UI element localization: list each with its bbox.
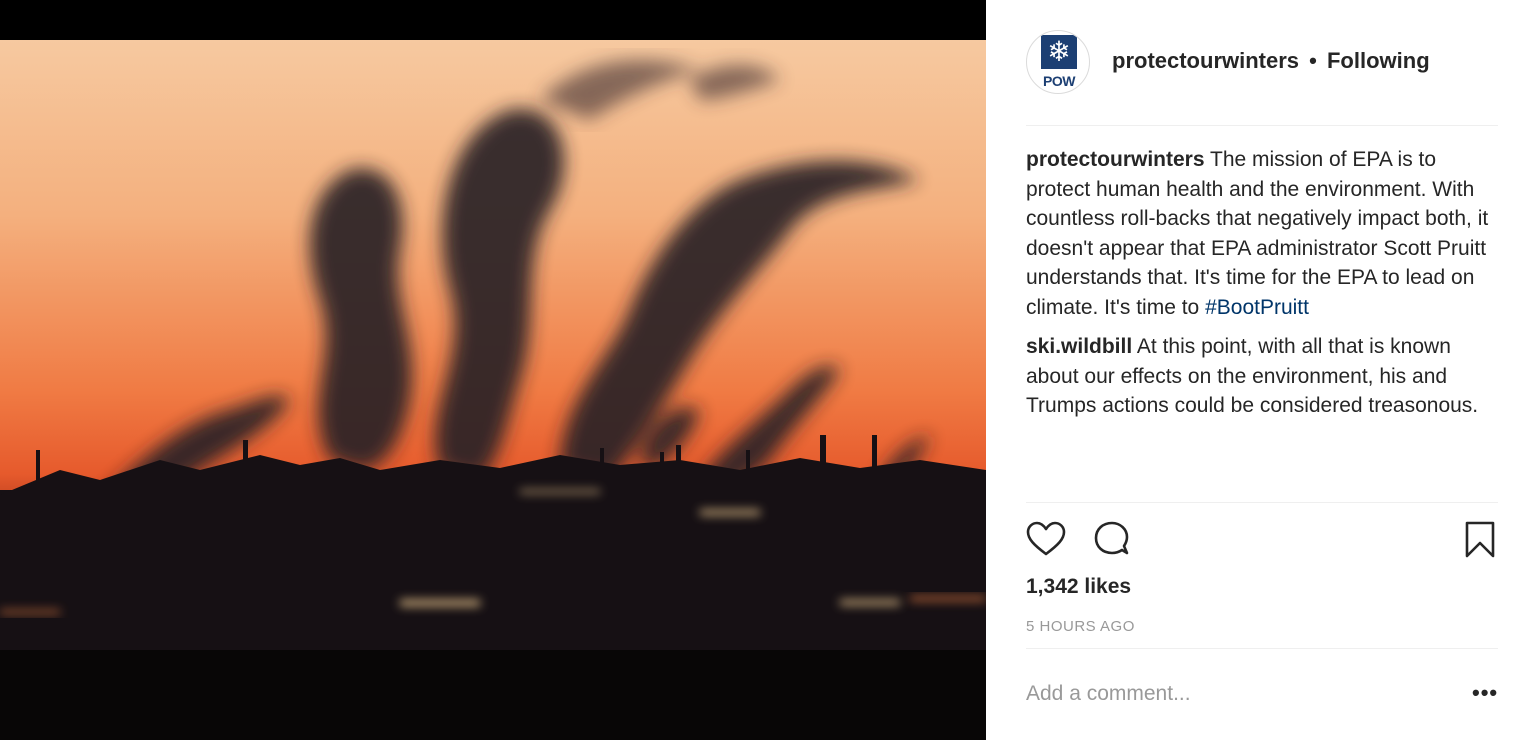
divider [1026, 648, 1498, 649]
comment-username-link[interactable]: protectourwinters [1026, 148, 1205, 171]
separator-dot: • [1309, 48, 1317, 73]
comment-username-link[interactable]: ski.wildbill [1026, 335, 1132, 358]
avatar[interactable]: ❄ POW [1026, 30, 1090, 94]
post-photo[interactable] [0, 40, 986, 740]
bookmark-icon [1465, 521, 1495, 558]
divider [1026, 502, 1498, 503]
action-bar [1026, 520, 1498, 564]
avatar-logo-text: POW [1043, 73, 1075, 89]
comment-item: ski.wildbill At this point, with all tha… [1026, 332, 1498, 421]
smokestack-sunset-image [0, 40, 986, 740]
post-header: ❄ POW protectourwinters • Following [1026, 30, 1498, 126]
save-button[interactable] [1462, 520, 1502, 564]
like-button[interactable] [1026, 520, 1066, 564]
hashtag-link[interactable]: #BootPruitt [1205, 296, 1309, 319]
comment-button[interactable] [1092, 520, 1132, 564]
heart-icon [1026, 521, 1066, 556]
add-comment-input[interactable] [1026, 672, 1446, 716]
comment-caption: protectourwinters The mission of EPA is … [1026, 145, 1498, 322]
snowflake-icon: ❄ [1041, 35, 1077, 69]
more-options-button[interactable]: ••• [1472, 680, 1498, 706]
post-timestamp[interactable]: 5 HOURS AGO [1026, 618, 1135, 635]
author-username-link[interactable]: protectourwinters [1112, 48, 1299, 73]
comments-list[interactable]: protectourwinters The mission of EPA is … [1026, 145, 1498, 501]
likes-count[interactable]: 1,342 likes [1026, 575, 1131, 599]
comment-text: The mission of EPA is to protect human h… [1026, 148, 1489, 319]
comment-bubble-icon [1094, 521, 1129, 555]
post-sidebar: ❄ POW protectourwinters • Following prot… [986, 0, 1536, 740]
post-media[interactable] [0, 0, 986, 740]
author-line: protectourwinters • Following [1112, 48, 1430, 74]
following-button[interactable]: Following [1327, 48, 1430, 73]
